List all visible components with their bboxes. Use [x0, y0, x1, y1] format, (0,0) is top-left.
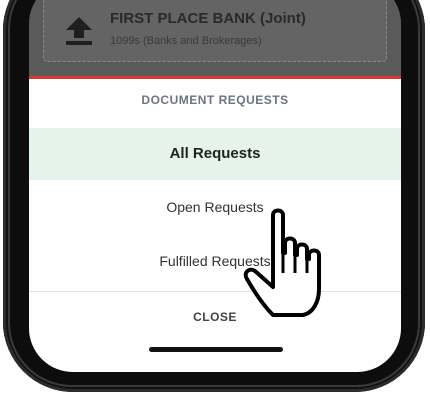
- card-title: FIRST PLACE BANK (Joint): [110, 10, 306, 27]
- phone-screen: FIRST PLACE BANK (Joint) 1099s (Banks an…: [29, 0, 401, 372]
- pointing-hand-icon: [243, 208, 321, 317]
- close-button[interactable]: CLOSE: [29, 299, 401, 335]
- home-indicator: [149, 347, 283, 352]
- document-card: FIRST PLACE BANK (Joint) 1099s (Banks an…: [43, 0, 387, 62]
- upload-icon: [66, 17, 92, 45]
- card-subtitle: 1099s (Banks and Brokerages): [110, 35, 262, 47]
- document-requests-sheet: DOCUMENT REQUESTS All Requests Open Requ…: [29, 76, 401, 372]
- sheet-title: DOCUMENT REQUESTS: [141, 93, 289, 107]
- option-all-requests[interactable]: All Requests: [29, 128, 401, 180]
- option-fulfilled-requests[interactable]: Fulfilled Requests: [29, 235, 401, 287]
- divider: [29, 291, 401, 292]
- option-open-requests[interactable]: Open Requests: [29, 182, 401, 232]
- dimmed-background: FIRST PLACE BANK (Joint) 1099s (Banks an…: [29, 0, 401, 76]
